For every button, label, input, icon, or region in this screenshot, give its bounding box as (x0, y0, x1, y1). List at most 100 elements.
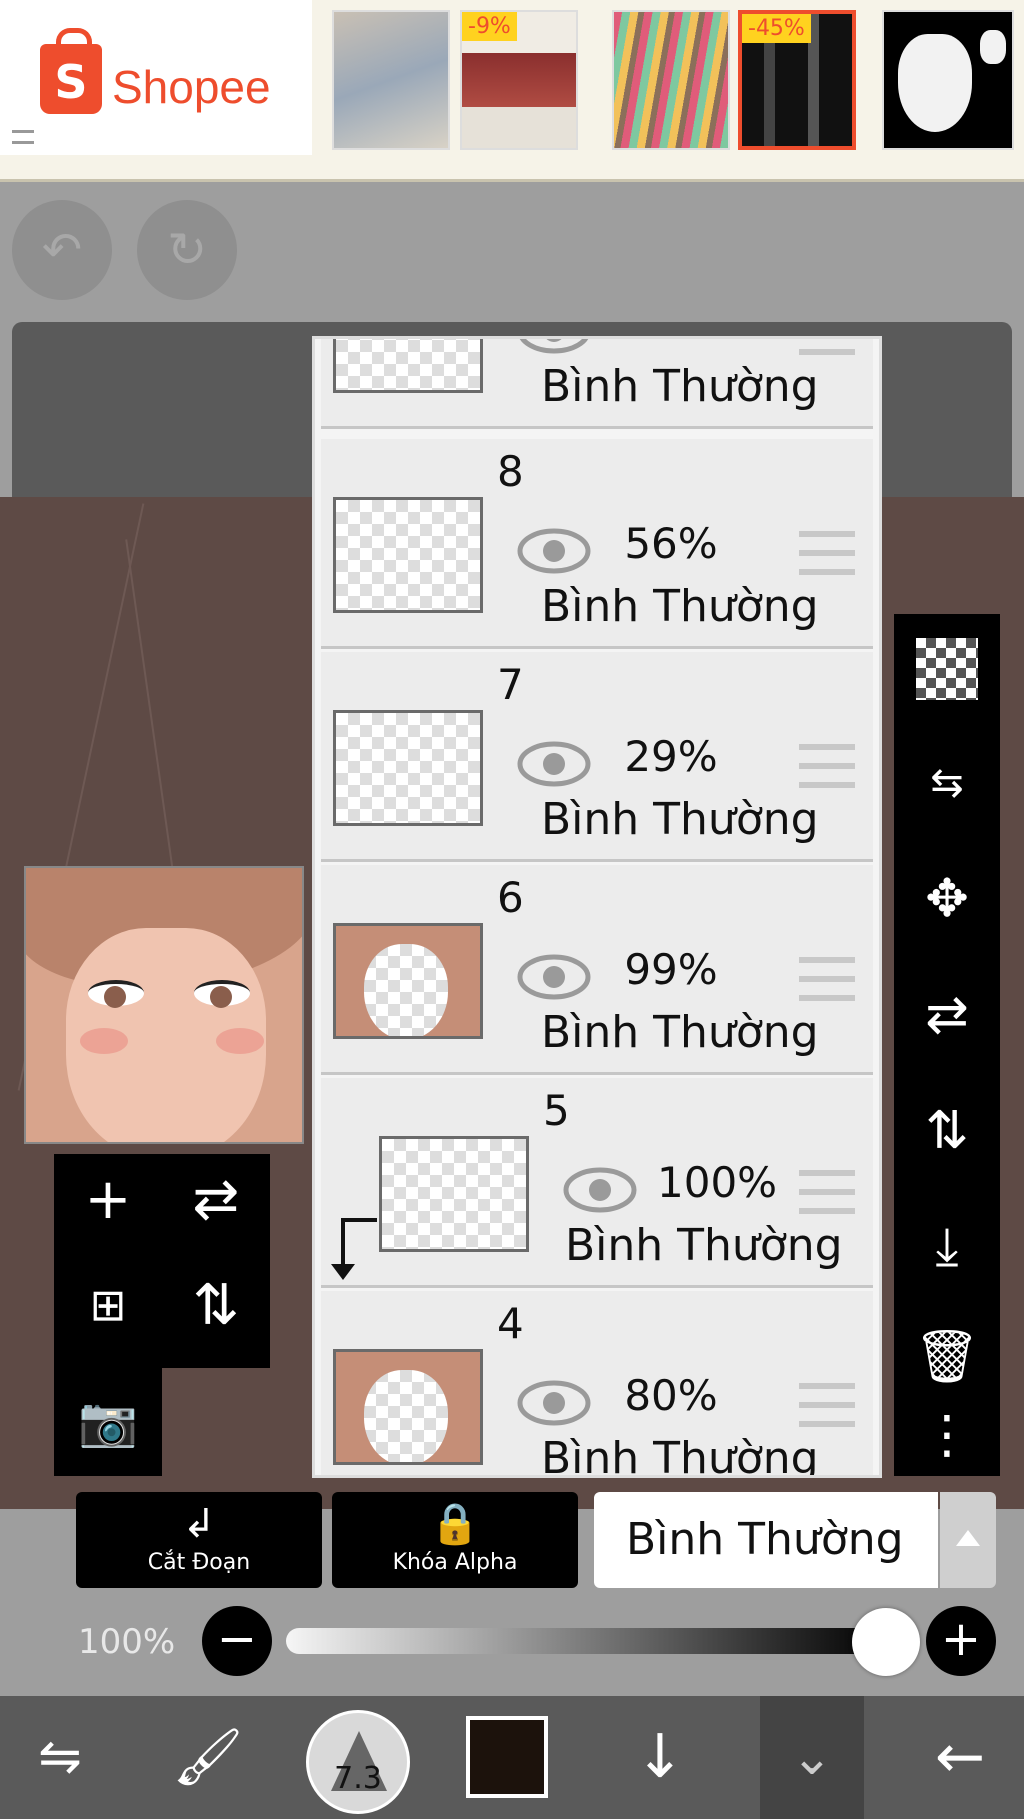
flip-horizontal-icon: ⇄ (925, 985, 969, 1045)
layer-row[interactable]: Bình Thường (321, 336, 873, 429)
visibility-eye-icon[interactable] (563, 1164, 637, 1216)
layer-thumbnail (379, 1136, 529, 1252)
duplicate-layer-button[interactable]: ⊞ (68, 1266, 148, 1346)
tool-switch-button[interactable]: ⇋ (0, 1696, 120, 1819)
ad-product-3[interactable] (612, 10, 730, 150)
flip-horizontal-button[interactable]: ⇄ (908, 976, 986, 1054)
move-icon: ✥ (925, 869, 969, 929)
brush-size-button[interactable]: 7.3 (306, 1710, 410, 1814)
opacity-increase-button[interactable]: + (926, 1606, 996, 1676)
visibility-eye-icon[interactable] (517, 525, 591, 577)
portrait-blush (80, 1028, 128, 1054)
drag-handle-icon[interactable] (799, 339, 855, 355)
flip-vertical-icon: ⇅ (192, 1273, 240, 1338)
layer-row[interactable]: 4 80% Bình Thường (321, 1291, 873, 1475)
alpha-lock-button[interactable]: 🔒 Khóa Alpha (332, 1492, 578, 1588)
drag-handle-icon[interactable] (799, 531, 855, 575)
opacity-value: 100% (78, 1622, 176, 1662)
scroll-down-button[interactable]: ↓ (600, 1696, 720, 1819)
ad-product-1[interactable] (332, 10, 450, 150)
mask-image-small (980, 30, 1006, 64)
layer-row[interactable]: 5 100% Bình Thường (321, 1078, 873, 1288)
layer-row[interactable]: 6 99% Bình Thường (321, 865, 873, 1075)
layer-thumbnail (333, 710, 483, 826)
drag-handle-icon[interactable] (799, 957, 855, 1001)
layer-opacity: 29% (624, 732, 718, 781)
color-swatch[interactable] (466, 1716, 548, 1798)
shopee-bag-icon: S (40, 28, 102, 114)
visibility-eye-icon[interactable] (517, 336, 591, 357)
clipping-arrow-icon (331, 1218, 377, 1280)
drag-handle-icon[interactable] (799, 1383, 855, 1427)
shopee-logo[interactable]: S Shopee (0, 0, 312, 155)
blend-mode-dropdown-arrow[interactable] (940, 1492, 996, 1588)
opacity-slider-knob[interactable] (852, 1608, 920, 1676)
alpha-lock-label: Khóa Alpha (392, 1550, 518, 1575)
lock-alpha-icon: 🔒 (430, 1501, 480, 1547)
layer-tools-left-bottom: 📷 (54, 1368, 162, 1476)
flip-vertical-button[interactable]: ⇅ (176, 1266, 256, 1346)
layer-number: 6 (497, 873, 524, 922)
ad-product-2[interactable]: -9% (460, 10, 578, 150)
blend-mode-select[interactable]: Bình Thường (594, 1492, 938, 1588)
layer-row[interactable]: 7 29% Bình Thường (321, 652, 873, 862)
layer-blend-mode: Bình Thường (541, 581, 819, 632)
layer-row[interactable]: 8 56% Bình Thường (321, 439, 873, 649)
ad-banner[interactable]: S Shopee -9% -45% (0, 0, 1024, 182)
transparent-fill-button[interactable] (908, 630, 986, 708)
plus-icon: + (940, 1611, 982, 1667)
drag-handle-icon[interactable] (799, 744, 855, 788)
layer-thumbnail (333, 497, 483, 613)
merge-down-icon: ⤓ (935, 1217, 959, 1277)
delete-layer-button[interactable]: 🗑 (908, 1318, 986, 1396)
layer-thumbnail (333, 1349, 483, 1465)
flip-vertical-icon: ⇅ (925, 1101, 969, 1161)
more-options-button[interactable]: ⋮ (908, 1396, 986, 1474)
brush-button[interactable]: 🖌 (148, 1696, 268, 1819)
arrow-down-icon: ↓ (634, 1722, 686, 1792)
back-button[interactable]: ← (900, 1696, 1020, 1819)
flip-vertical-button[interactable]: ⇅ (908, 1092, 986, 1170)
ad-menu-icon[interactable] (12, 130, 34, 144)
trash-icon: 🗑 (913, 1327, 980, 1387)
visibility-eye-icon[interactable] (517, 951, 591, 1003)
visibility-eye-icon[interactable] (517, 1377, 591, 1429)
minus-icon: − (216, 1611, 258, 1667)
thumbnail-transparent (364, 1370, 448, 1462)
opacity-decrease-button[interactable]: − (202, 1606, 272, 1676)
layer-blend-mode: Bình Thường (565, 1220, 843, 1271)
move-button[interactable]: ✥ (908, 860, 986, 938)
swap-layer-button[interactable]: ⇆ (908, 744, 986, 822)
undo-button[interactable]: ↶ (12, 200, 112, 300)
layer-blend-mode: Bình Thường (541, 361, 819, 412)
opacity-slider[interactable] (286, 1628, 886, 1654)
layer-number: 4 (497, 1299, 524, 1348)
layers-button[interactable]: ⌄ (760, 1696, 864, 1819)
redo-button[interactable]: ↻ (137, 200, 237, 300)
more-vertical-icon: ⋮ (921, 1405, 973, 1465)
ad-product-4[interactable]: -45% (738, 10, 856, 150)
drag-handle-icon[interactable] (799, 1170, 855, 1214)
layer-number: 5 (543, 1086, 570, 1135)
layer-opacity: 100% (657, 1158, 778, 1207)
discount-badge: -9% (462, 12, 517, 41)
duplicate-icon: ⊞ (89, 1280, 127, 1331)
checkerboard-icon (916, 638, 978, 700)
camera-button[interactable]: 📷 (68, 1382, 148, 1462)
portrait-eye-right (194, 980, 250, 1008)
discount-badge: -45% (742, 14, 811, 43)
visibility-eye-icon[interactable] (517, 738, 591, 790)
ad-product-5[interactable] (882, 10, 1014, 150)
layer-thumbnail (333, 339, 483, 393)
brush-size-value: 7.3 (334, 1761, 382, 1796)
reference-thumbnail[interactable] (24, 866, 304, 1144)
clipping-button[interactable]: ↲ Cắt Đoạn (76, 1492, 322, 1588)
plus-icon: + (84, 1167, 132, 1232)
add-layer-button[interactable]: + (68, 1160, 148, 1240)
layer-tools-right: ⇆ ✥ ⇄ ⇅ ⤓ 🗑 ⋮ (894, 614, 1000, 1476)
layer-number: 8 (497, 447, 524, 496)
flip-horizontal-button[interactable]: ⇄ (176, 1160, 256, 1240)
bottom-toolbar: ⇋ 🖌 7.3 ↓ ⌄ ← (0, 1696, 1024, 1819)
merge-down-button[interactable]: ⤓ (908, 1208, 986, 1286)
layer-panel[interactable]: Bình Thường 8 56% Bình Thường 7 29% Bình… (312, 336, 882, 1478)
